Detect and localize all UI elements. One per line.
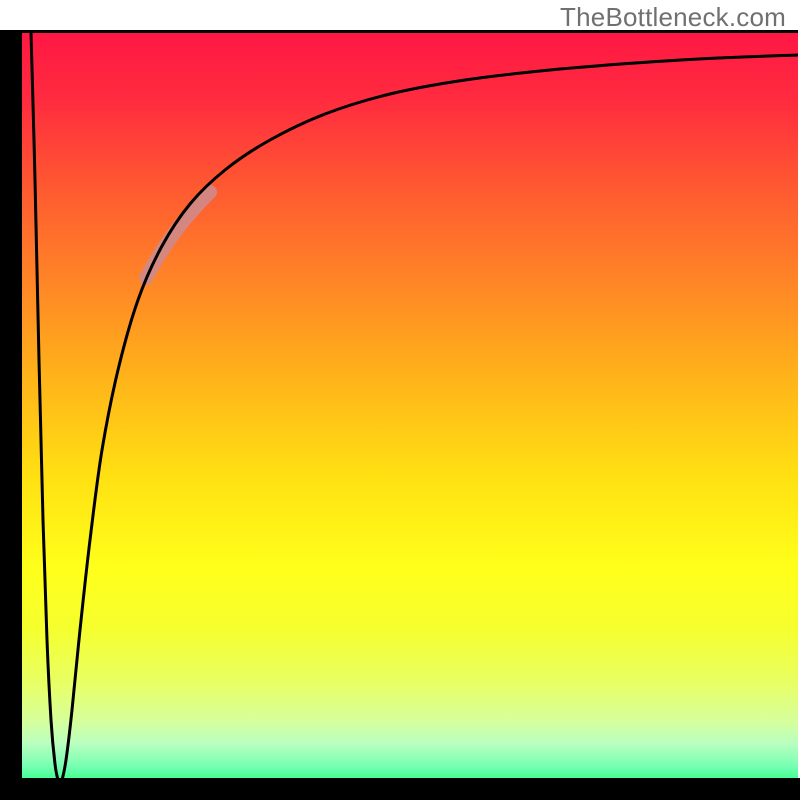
chart-svg — [0, 0, 800, 800]
frame-top — [22, 30, 798, 33]
gradient-background — [22, 30, 798, 798]
frame-left — [0, 30, 22, 798]
frame-bottom — [0, 778, 800, 800]
